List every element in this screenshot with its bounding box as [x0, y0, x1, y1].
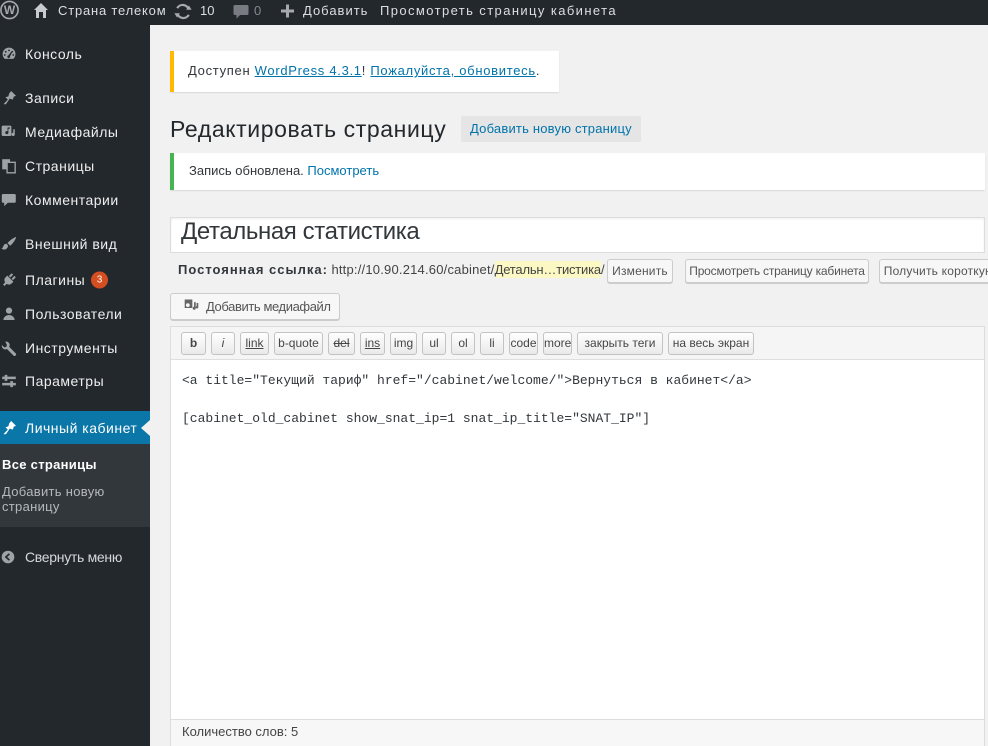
svg-text:W: W: [4, 3, 16, 17]
